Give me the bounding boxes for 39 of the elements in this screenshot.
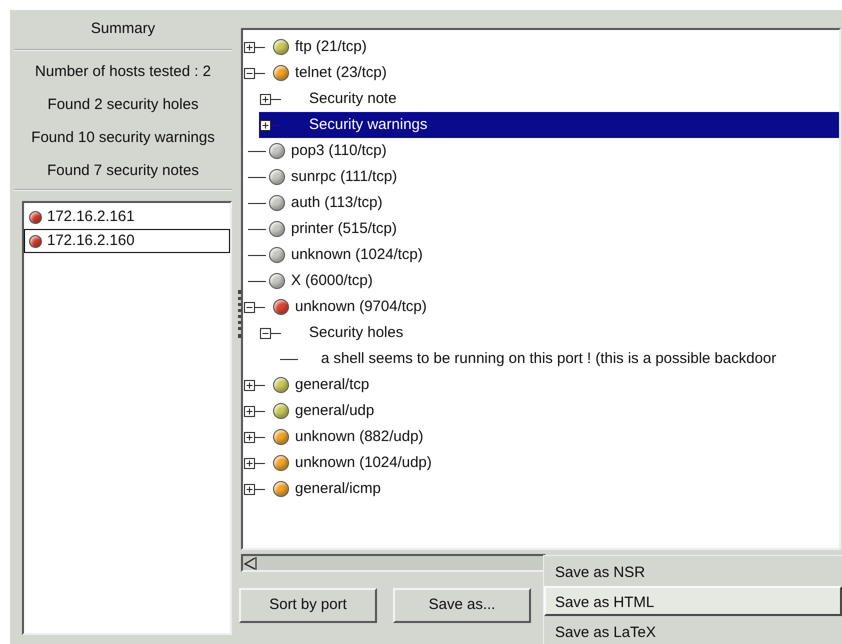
menu-item[interactable]: Save as HTML [544,586,842,616]
tree-line [280,358,298,360]
menu-item[interactable]: Save as NSR [544,556,842,586]
tree-item[interactable]: Security note [259,86,839,112]
sort-button[interactable]: Sort by port [239,588,377,623]
tree-item[interactable]: unknown (9704/tcp) [243,294,839,320]
host-item[interactable]: 172.16.2.161 [24,205,230,229]
tree-item[interactable]: ftp (21/tcp) [243,34,839,60]
tree-item[interactable]: unknown (1024/tcp) [243,242,839,268]
tree-line [248,176,266,178]
tree-item[interactable]: general/icmp [243,476,839,502]
summary-stat: Found 2 security holes [46,95,200,115]
tree-item[interactable]: general/udp [243,398,839,424]
scroll-left-icon[interactable] [243,556,257,570]
tree-line [248,150,266,152]
tree-item[interactable]: telnet (23/tcp) [243,60,839,86]
menu-item[interactable]: Save as LaTeX [544,616,842,644]
tree-item[interactable]: auth (113/tcp) [243,190,839,216]
summary-stat: Number of hosts tested : 2 [34,62,212,82]
tree-item[interactable]: printer (515/tcp) [243,216,839,242]
tree-item[interactable]: a shell seems to be running on this port ! (this is a possible backdoor [275,346,839,372]
tree-item[interactable]: X (6000/tcp) [243,268,839,294]
tree-item[interactable]: general/tcp [243,372,839,398]
tree-line [248,228,266,230]
tree-line [248,254,266,256]
tree-item[interactable]: unknown (1024/udp) [243,450,839,476]
summary-stat: Found 7 security notes [46,161,200,181]
save-as-button[interactable]: Save as... [393,588,531,623]
tree-item[interactable]: Security warnings [259,112,839,138]
host-item[interactable]: 172.16.2.160 [24,229,230,253]
tree-item[interactable]: pop3 (110/tcp) [243,138,839,164]
summary-title: Summary [90,19,156,39]
tree-item[interactable]: Security holes [259,320,839,346]
horizontal-scrollbar[interactable] [241,554,546,572]
tree-line [248,280,266,282]
tree-item[interactable]: unknown (882/udp) [243,424,839,450]
tree-item[interactable]: sunrpc (111/tcp) [243,164,839,190]
summary-stat: Found 10 security warnings [30,128,216,148]
tree-line [248,202,266,204]
